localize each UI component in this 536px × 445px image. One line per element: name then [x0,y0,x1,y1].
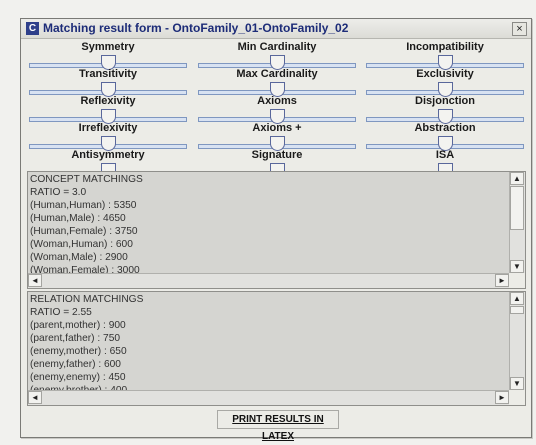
slider-axioms[interactable]: Axioms [198,95,356,125]
close-button[interactable]: × [512,22,527,36]
scroll-corner [509,273,525,288]
relation-horizontal-scrollbar[interactable]: ◄ ► [28,390,509,405]
relation-vertical-scrollbar[interactable]: ▲ ▼ [509,292,525,390]
scroll-down-icon[interactable]: ▼ [510,377,524,390]
matching-line: (Human,Human) : 5350 [30,200,137,211]
slider-label: Max Cardinality [236,68,318,80]
concept-matchings-panel: CONCEPT MATCHINGS RATIO = 3.0 (Human,Human… [27,171,526,289]
title-bar: C Matching result form - OntoFamily_01-O… [21,19,531,39]
matching-line: (Woman,Female) : 3000 [30,265,140,273]
matching-line: (Woman,Human) : 600 [30,239,133,250]
slider-label: Transitivity [78,68,138,80]
slider-label: Signature [251,149,303,161]
slider-exclusivity[interactable]: Exclusivity [366,68,524,98]
slider-transitivity[interactable]: Transitivity [29,68,187,98]
slider-label: Incompatibility [406,41,484,53]
slider-label: Reflexivity [80,95,136,107]
window-title: Matching result form - OntoFamily_01-Ont… [43,21,349,35]
matching-result-window: C Matching result form - OntoFamily_01-O… [20,18,532,442]
matching-line: CONCEPT MATCHINGS [30,174,143,185]
matching-line: (enemy,father) : 600 [30,359,121,370]
concept-horizontal-scrollbar[interactable]: ◄ ► [28,273,509,288]
slider-label: Min Cardinality [237,41,317,53]
matching-line: RATIO = 2.55 [30,307,92,318]
slider-reflexivity[interactable]: Reflexivity [29,95,187,125]
app-icon: C [26,22,39,35]
matching-line: (Human,Female) : 3750 [30,226,138,237]
scroll-thumb[interactable] [510,186,524,230]
slider-label: Irreflexivity [78,122,138,134]
scroll-left-icon[interactable]: ◄ [28,274,42,287]
scroll-down-icon[interactable]: ▼ [510,260,524,273]
slider-label: Axioms + [252,122,302,134]
slider-abstraction[interactable]: Abstraction [366,122,524,152]
matching-line: (enemy,mother) : 650 [30,346,127,357]
print-latex-button[interactable]: PRINT RESULTS IN LATEX [217,410,339,442]
matching-line: (Human,Male) : 4650 [30,213,126,224]
matching-line: RATIO = 3.0 [30,187,87,198]
slider-label: Abstraction [414,122,476,134]
scroll-up-icon[interactable]: ▲ [510,292,524,305]
slider-label: ISA [435,149,455,161]
scroll-corner [509,390,525,405]
concept-vertical-scrollbar[interactable]: ▲ ▼ [509,172,525,273]
slider-label: Disjonction [415,95,475,107]
slider-irreflexivity[interactable]: Irreflexivity [29,122,187,152]
slider-label: Exclusivity [416,68,474,80]
relation-matchings-text[interactable]: RELATION MATCHINGS RATIO = 2.55 (parent,mo… [28,292,509,390]
concept-matchings-text[interactable]: CONCEPT MATCHINGS RATIO = 3.0 (Human,Human… [28,172,509,273]
matching-line: (parent,mother) : 900 [30,320,126,331]
slider-label: Symmetry [81,41,135,53]
slider-axioms[interactable]: Axioms + [198,122,356,152]
scroll-right-icon[interactable]: ► [495,391,509,404]
slider-label: Antisymmetry [71,149,145,161]
slider-min-cardinality[interactable]: Min Cardinality [198,41,356,71]
slider-max-cardinality[interactable]: Max Cardinality [198,68,356,98]
matching-line: (enemy,enemy) : 450 [30,372,126,383]
slider-label: Axioms [257,95,297,107]
relation-matchings-panel: RELATION MATCHINGS RATIO = 2.55 (parent,mo… [27,291,526,406]
matching-line: (parent,father) : 750 [30,333,121,344]
scroll-left-icon[interactable]: ◄ [28,391,42,404]
scroll-right-icon[interactable]: ► [495,274,509,287]
slider-symmetry[interactable]: Symmetry [29,41,187,71]
scroll-up-icon[interactable]: ▲ [510,172,524,185]
matching-line: RELATION MATCHINGS [30,294,144,305]
slider-incompatibility[interactable]: Incompatibility [366,41,524,71]
slider-disjonction[interactable]: Disjonction [366,95,524,125]
scroll-thumb[interactable] [510,306,524,314]
matching-line: (Woman,Male) : 2900 [30,252,128,263]
